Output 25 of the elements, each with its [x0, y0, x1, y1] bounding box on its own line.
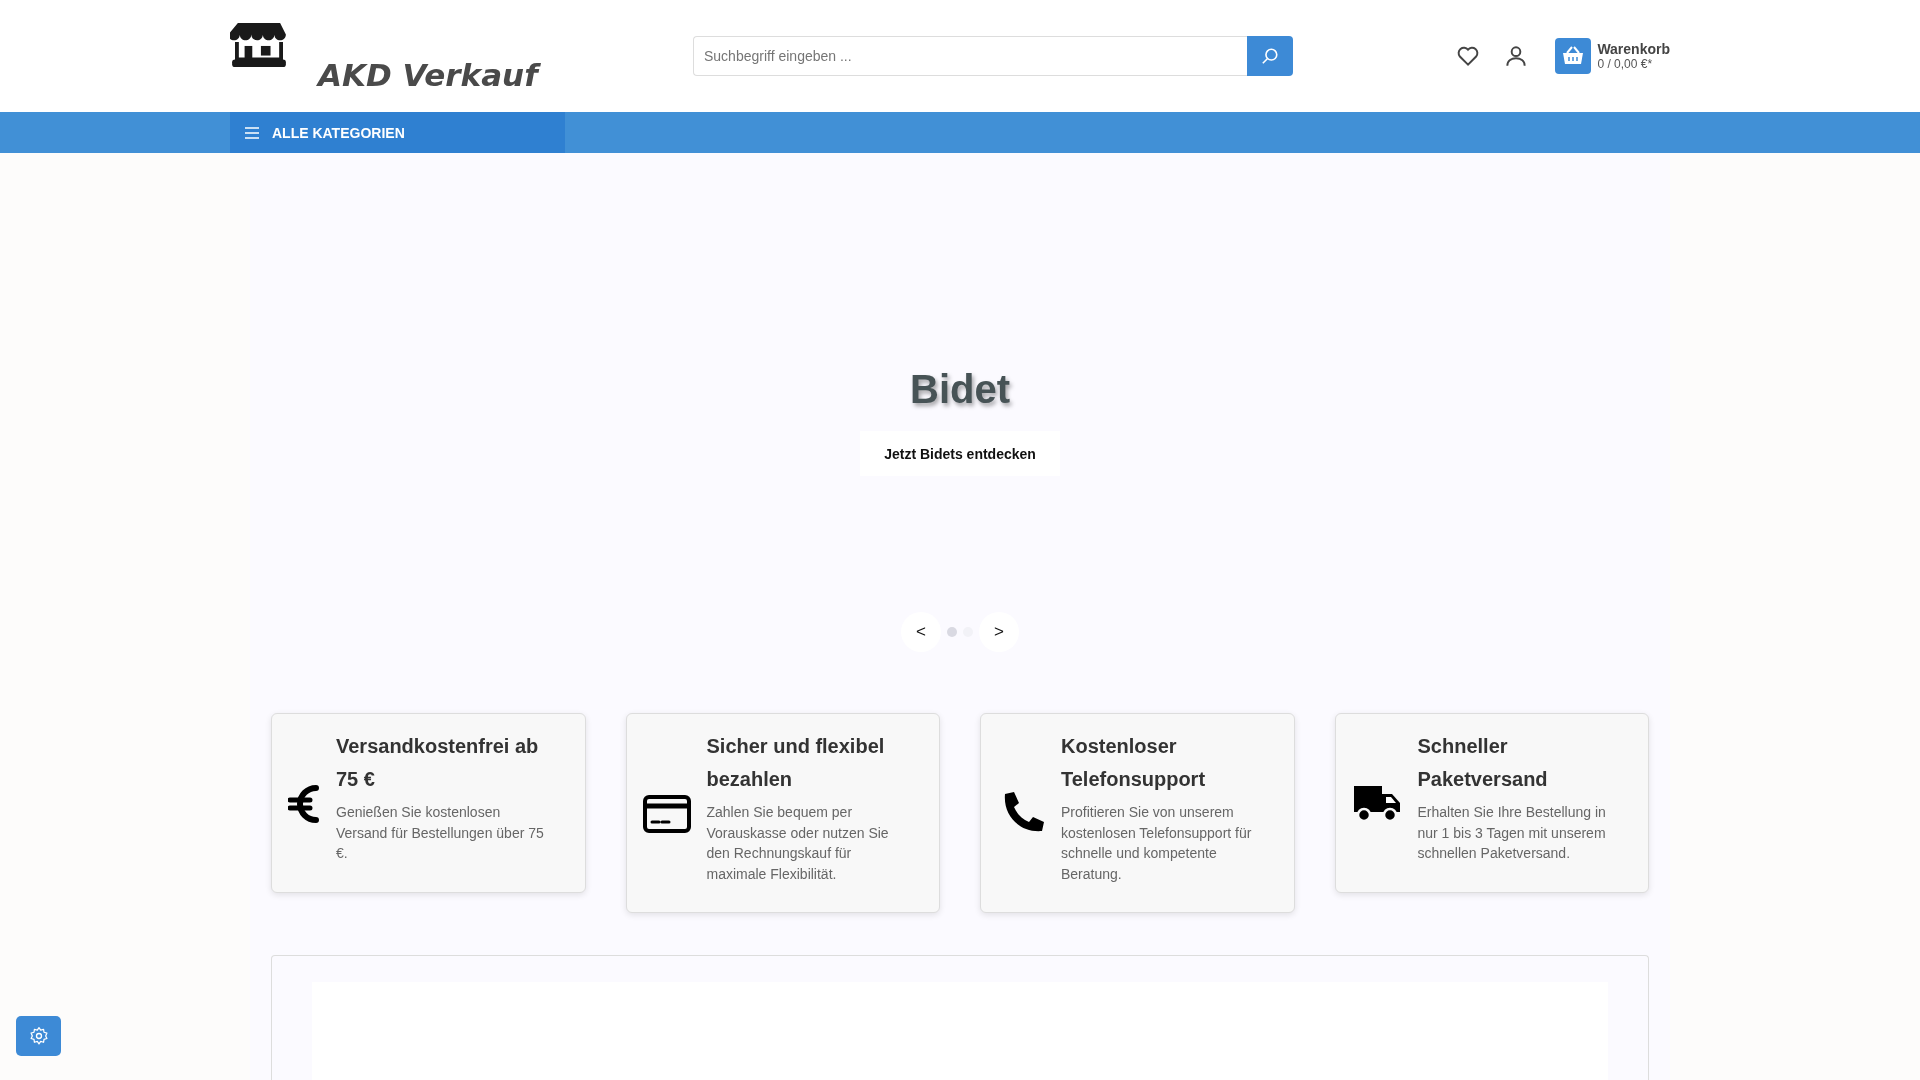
feature-title: Schneller Paketversand: [1417, 734, 1549, 792]
menu-icon[interactable]: [244, 125, 260, 140]
feature-title: Kostenloser Telefonsupport: [1061, 734, 1207, 792]
categories-menu-button[interactable]: ALLE KATEGORIEN: [230, 112, 565, 153]
settings-button[interactable]: [16, 1016, 61, 1056]
feature-description: Genießen Sie kostenlosen Versand für Bestellungen über 75 €.: [336, 803, 545, 863]
basket-icon[interactable]: [1555, 38, 1592, 74]
next-slide-button[interactable]: >: [979, 612, 1019, 652]
cart-summary: 0 / 0,00 €*: [1597, 57, 1654, 71]
credit-card-icon: [642, 795, 691, 833]
previous-slide-button[interactable]: <: [901, 612, 941, 652]
slide-title: Bidet: [910, 366, 1010, 413]
settings-icon[interactable]: [28, 1026, 49, 1046]
search-icon[interactable]: [1261, 47, 1279, 65]
feature-title: Sicher und flexibel bezahlen: [706, 734, 886, 792]
shop-logo-icon[interactable]: [230, 21, 288, 69]
search-field[interactable]: Suchbegriff eingeben ...: [693, 36, 1247, 76]
feature-description: Profitieren Sie von unserem kostenlosen Telefonsupport für schnelle und kompetente Beratung.: [1061, 803, 1253, 884]
feature-description: Zahlen Sie bequem per Vorauskasse oder nutzen Sie den Rechnungskauf für maximale Flexibilität.: [706, 803, 890, 884]
feature-title: Versandkostenfrei ab 75 €: [336, 734, 540, 792]
cart-label[interactable]: Warenkorb: [1597, 41, 1670, 57]
slider-dot[interactable]: [947, 627, 957, 637]
search-button[interactable]: [1247, 36, 1293, 76]
discover-button[interactable]: Jetzt Bidets entdecken: [860, 431, 1060, 476]
feature-description: Erhalten Sie Ihre Bestellung in nur 1 bis 3 Tagen mit unserem schnellen Paketversand.: [1417, 803, 1607, 863]
